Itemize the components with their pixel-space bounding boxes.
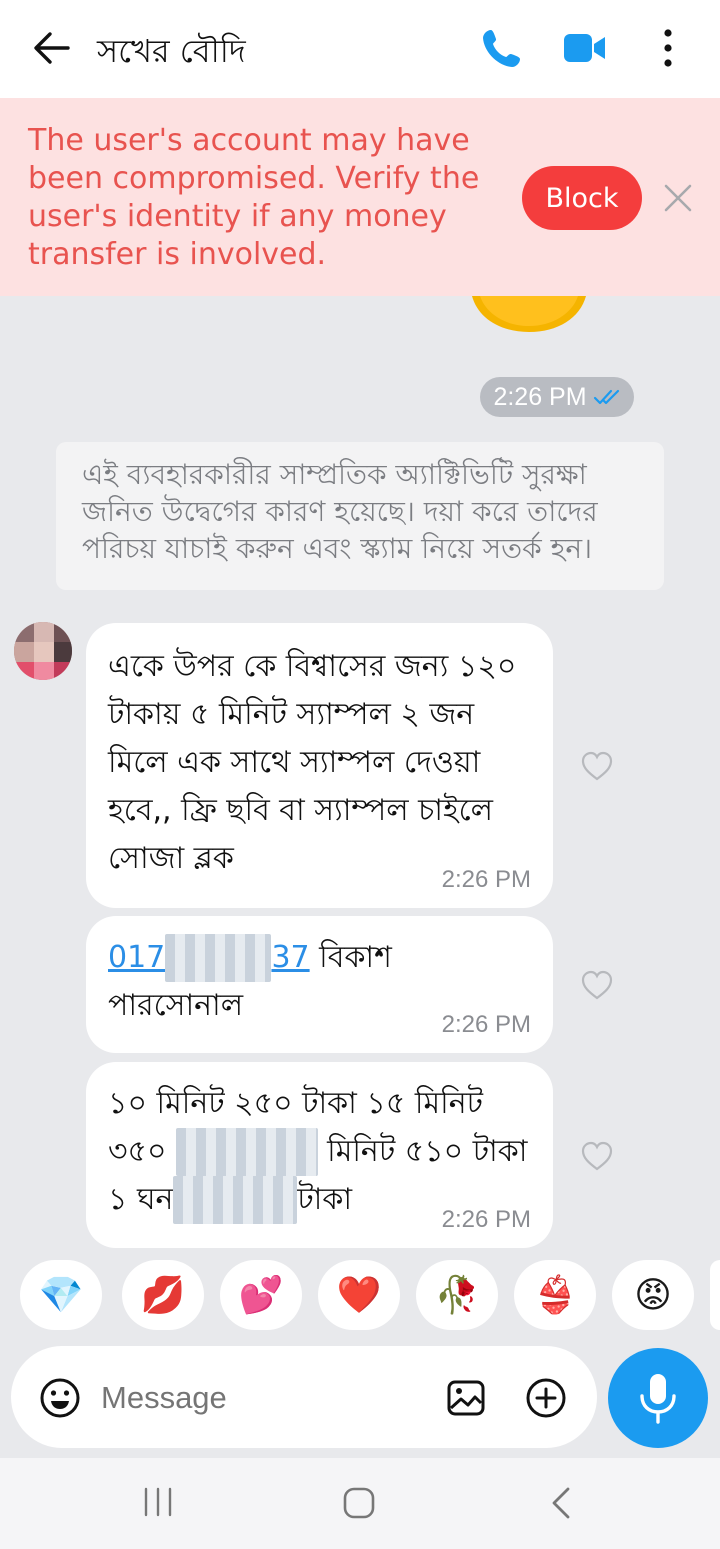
avatar[interactable] [14,622,72,680]
message-text: 017••••••37 বিকাশ পারসোনাল [108,934,448,1030]
contact-name[interactable]: সখের বৌদি [97,26,246,80]
home-icon[interactable] [342,1486,376,1520]
message-time: 2:26 PM [441,1011,531,1038]
phone-number-link[interactable]: 017••••••37 [108,934,310,982]
voice-call-icon[interactable] [478,24,526,72]
blurred-avatar-image [14,622,72,680]
gem-reaction[interactable]: 💎 [20,1260,102,1330]
chat-header: সখের বৌদি [0,0,720,98]
quick-reactions-bar: 💎 💋 💕 ❤️ 🥀 👙 😡 [0,1256,720,1334]
video-call-icon[interactable] [560,24,608,72]
message-bubble[interactable]: একে উপর কে বিশ্বাসের জন্য ১২০ টাকায় ৫ ম… [86,623,553,908]
recent-apps-icon[interactable] [140,1486,176,1518]
sticker-emoji [472,296,586,332]
blurred-text: ••••••• [173,1176,298,1224]
red-heart-reaction[interactable]: ❤️ [318,1260,400,1330]
close-icon[interactable] [660,180,696,216]
sent-time: 2:26 PM [493,382,587,411]
add-icon[interactable] [525,1377,567,1419]
system-navigation-bar [0,1458,720,1549]
microphone-icon [640,1374,676,1424]
heart-react-icon[interactable] [580,969,614,1001]
voice-message-button[interactable] [608,1348,708,1448]
sent-time-pill: 2:26 PM [480,377,634,417]
double-check-icon [593,389,619,405]
more-options-icon[interactable] [644,24,692,72]
security-notice: এই ব্যবহারকারীর সাম্প্রতিক অ্যাক্টিভিটি … [56,442,664,590]
back-nav-icon[interactable] [548,1486,576,1520]
message-time: 2:26 PM [441,1206,531,1233]
warning-text: The user's account may have been comprom… [28,123,480,272]
blurred-text: •••••••• [176,1128,318,1176]
back-arrow-icon[interactable] [28,24,76,72]
emoji-icon[interactable] [39,1377,81,1419]
wilted-rose-reaction[interactable]: 🥀 [416,1260,498,1330]
block-button[interactable]: Block [522,166,642,230]
gallery-icon[interactable] [445,1377,487,1419]
heart-react-icon[interactable] [580,750,614,782]
reaction-overflow[interactable] [710,1260,720,1330]
message-bubble[interactable]: ১০ মিনিট ২৫০ টাকা ১৫ মিনিট ৩৫০ •••••••• … [86,1062,553,1248]
angry-face-reaction[interactable]: 😡 [612,1260,694,1330]
blurred-digits: •••••• [165,934,272,982]
message-time: 2:26 PM [441,866,531,893]
bikini-reaction[interactable]: 👙 [514,1260,596,1330]
message-text: একে উপর কে বিশ্বাসের জন্য ১২০ টাকায় ৫ ম… [108,649,517,876]
message-text: ১০ মিনিট ২৫০ টাকা ১৫ মিনিট ৩৫০ •••••••• … [108,1080,538,1224]
two-hearts-reaction[interactable]: 💕 [220,1260,302,1330]
message-composer [11,1346,597,1448]
heart-react-icon[interactable] [580,1140,614,1172]
message-input[interactable] [101,1374,421,1422]
message-bubble[interactable]: 017••••••37 বিকাশ পারসোনাল 2:26 PM [86,916,553,1053]
lips-reaction[interactable]: 💋 [122,1260,204,1330]
